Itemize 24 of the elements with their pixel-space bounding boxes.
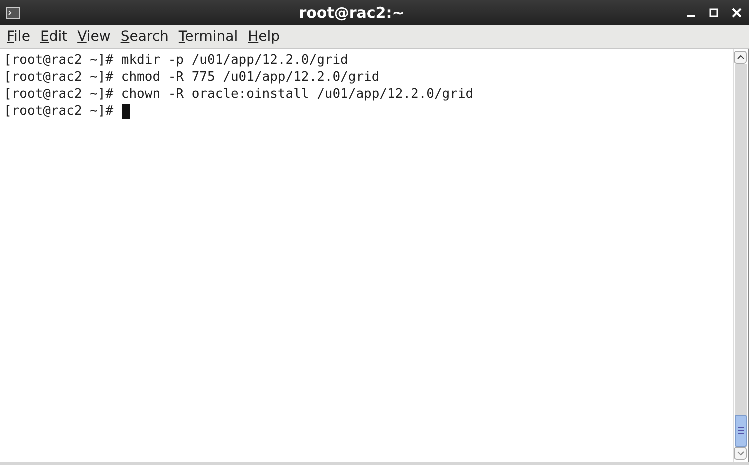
terminal-icon <box>6 6 20 18</box>
minimize-icon <box>686 15 694 17</box>
scrollbar[interactable] <box>733 49 748 462</box>
menu-item[interactable]: View <box>72 28 116 44</box>
scroll-down-button[interactable] <box>734 447 747 460</box>
menu-item[interactable]: Help <box>243 28 286 44</box>
menu-item[interactable]: Terminal <box>174 28 244 44</box>
scroll-thumb[interactable] <box>735 415 747 447</box>
terminal-line: [root@rac2 ~]# chmod -R 775 /u01/app/12.2.0/grid <box>4 69 380 86</box>
maximize-icon <box>708 8 718 18</box>
terminal-line: [root@rac2 ~]# <box>4 103 114 120</box>
caret-down-icon <box>736 451 744 456</box>
grip-icon <box>738 427 744 435</box>
terminal-line: [root@rac2 ~]# chown -R oracle:oinstall /u01/app/12.2.0/grid <box>4 86 474 103</box>
caret-up-icon <box>736 55 744 60</box>
window-title: root@rac2:~ <box>298 4 406 22</box>
terminal-line: [root@rac2 ~]# mkdir -p /u01/app/12.2.0/grid <box>4 52 348 69</box>
close-icon <box>732 8 742 18</box>
menu-item[interactable]: Edit <box>35 28 73 44</box>
menu-item[interactable]: Search <box>116 28 174 44</box>
close-button[interactable] <box>730 6 743 19</box>
scroll-up-button[interactable] <box>734 51 747 64</box>
menu-item[interactable]: File <box>2 28 36 44</box>
maximize-button[interactable] <box>707 6 720 19</box>
